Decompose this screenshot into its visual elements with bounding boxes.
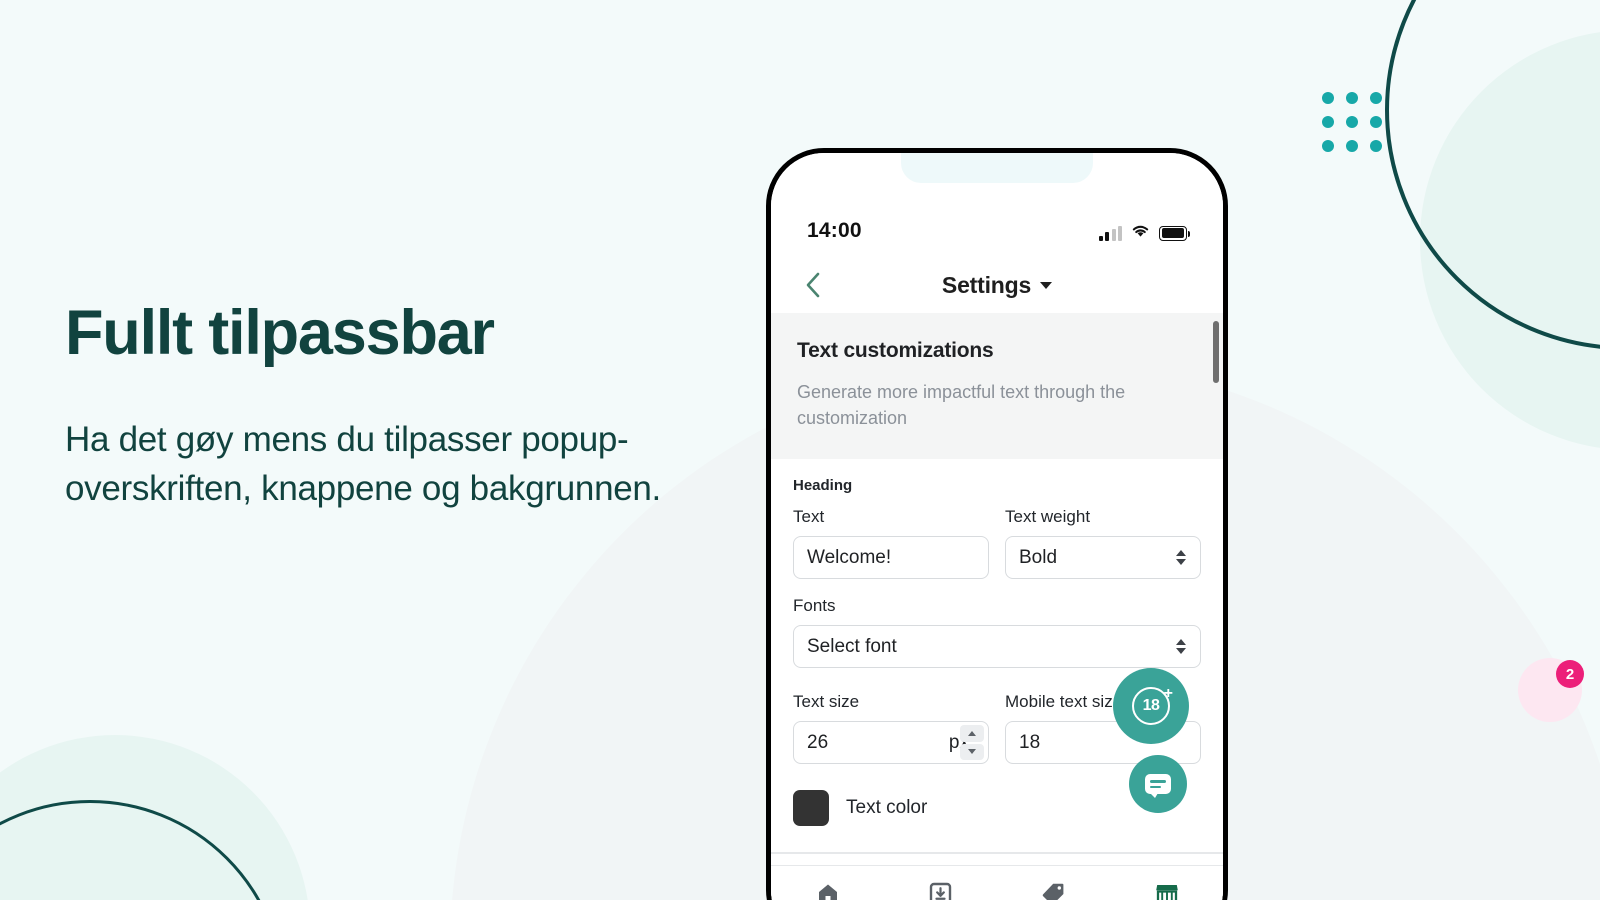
text-size-stepper[interactable]: [960, 725, 984, 761]
status-bar: 14:00: [771, 153, 1223, 257]
fonts-group: Fonts Select font: [793, 596, 1201, 669]
fonts-label: Fonts: [793, 596, 836, 616]
background-mint-circle-topright: [1420, 30, 1600, 450]
text-input[interactable]: Welcome!: [793, 536, 989, 580]
banner-subtitle: Generate more impactful text through the…: [797, 382, 1126, 428]
tab-orders[interactable]: Orders: [884, 881, 997, 900]
age-value: 18: [1142, 697, 1160, 714]
stepper-down-button[interactable]: [960, 743, 984, 761]
text-weight-label: Text weight: [1005, 507, 1091, 527]
chat-bubble-icon: [1145, 774, 1171, 798]
chat-fab[interactable]: [1129, 755, 1187, 813]
text-weight-value: Bold: [1019, 546, 1058, 568]
age-plus: +: [1163, 685, 1173, 702]
notification-badge[interactable]: 2: [1556, 660, 1584, 688]
tag-icon: [1042, 881, 1065, 900]
marketing-copy: Fullt tilpassbar Ha det gøy mens du tilp…: [65, 300, 745, 514]
text-size-input[interactable]: 26 px: [793, 721, 989, 765]
age-gate-fab[interactable]: 18 +: [1113, 668, 1189, 744]
scrollbar-thumb[interactable]: [1213, 321, 1219, 383]
chevron-left-icon[interactable]: [799, 271, 827, 299]
banner-title: Text customizations: [797, 339, 994, 362]
select-chevron-icon: [1175, 548, 1187, 568]
nav-header: Settings: [771, 257, 1223, 313]
select-chevron-icon: [1175, 637, 1187, 657]
nav-title: Settings: [941, 271, 1032, 298]
tab-products[interactable]: Products: [997, 881, 1110, 900]
text-size-group: Text size 26 px: [793, 692, 989, 765]
page-subtitle: Ha det gøy mens du tilpasser popup-overs…: [65, 419, 661, 509]
background-ring-topright: [1385, 0, 1600, 350]
page-title: Fullt tilpassbar: [65, 298, 495, 368]
floating-widget-main: 18 + 2: [1113, 658, 1584, 782]
tab-home[interactable]: Home: [771, 881, 884, 900]
heading-group-label: Heading: [793, 477, 853, 495]
settings-dropdown[interactable]: Settings: [941, 271, 1053, 299]
status-icons: [1098, 223, 1190, 243]
text-field-group: Text Welcome!: [793, 507, 989, 580]
tab-store[interactable]: Store: [1110, 881, 1223, 900]
text-and-weight-row: Text Welcome! Text weight Bold: [793, 507, 1201, 580]
dot-grid-icon: [1322, 92, 1382, 152]
text-size-label: Text size: [793, 692, 860, 712]
text-customizations-banner: Text customizations Generate more impact…: [771, 313, 1223, 460]
battery-icon: [1159, 225, 1190, 241]
scrollbar[interactable]: [1213, 313, 1219, 865]
signal-bars-icon: [1098, 225, 1122, 241]
section-divider: [771, 852, 1223, 854]
status-time: 14:00: [807, 219, 862, 242]
text-weight-group: Text weight Bold: [1005, 507, 1201, 580]
home-icon: [816, 881, 840, 900]
text-color-label: Text color: [846, 797, 928, 819]
text-weight-select[interactable]: Bold: [1005, 536, 1201, 580]
page-root: Fullt tilpassbar Ha det gøy mens du tilp…: [0, 0, 1600, 900]
text-field-label: Text: [793, 507, 825, 527]
inbox-download-icon: [929, 881, 952, 900]
chevron-down-icon: [1040, 281, 1053, 289]
bottom-tab-bar: Home Orders: [771, 865, 1223, 900]
wifi-icon: [1131, 223, 1150, 243]
stepper-up-button[interactable]: [960, 725, 984, 742]
text-input-value: Welcome!: [807, 546, 892, 568]
text-color-swatch[interactable]: [793, 790, 829, 827]
background-ring-bottomleft: [0, 800, 285, 900]
fonts-select[interactable]: Select font: [793, 625, 1201, 669]
text-size-value: 26: [807, 731, 829, 753]
storefront-icon: [1155, 881, 1179, 900]
background-mint-circle-bottomleft: [0, 735, 310, 900]
fonts-value: Select font: [807, 635, 897, 657]
age-ring-icon: 18 +: [1132, 685, 1173, 725]
